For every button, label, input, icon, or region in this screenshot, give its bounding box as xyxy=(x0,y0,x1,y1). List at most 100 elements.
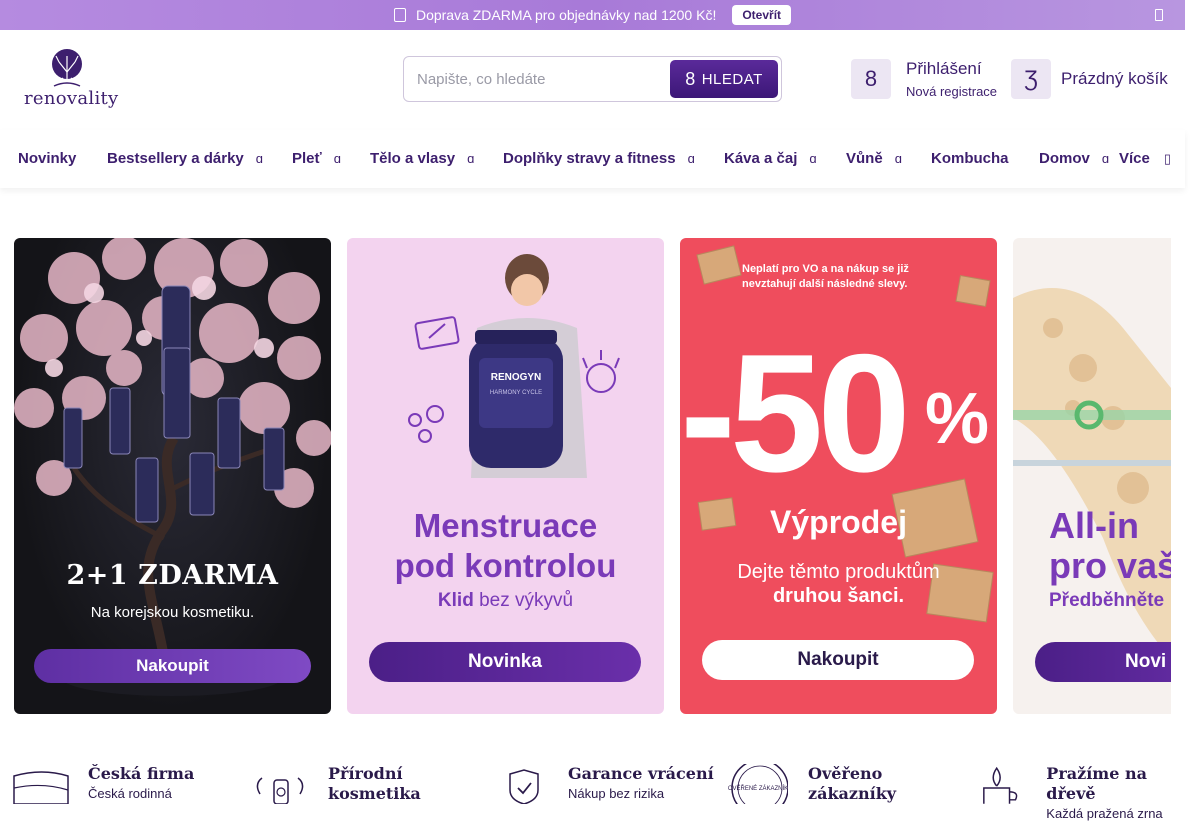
announcement-open-button[interactable]: Otevřít xyxy=(732,5,792,25)
usp-title-line2: kosmetika xyxy=(328,784,421,803)
banner-title-line1: Menstruace xyxy=(413,507,598,544)
banner-sale[interactable]: Neplatí pro VO a na nákup se již nevztah… xyxy=(680,238,997,714)
nav-item-doplnky[interactable]: Doplňky stravy a fitness ɑ xyxy=(503,150,695,167)
search-input[interactable] xyxy=(405,58,667,100)
usp-title-line1: Přírodní xyxy=(328,764,403,783)
usp-description: Česká rodinná xyxy=(88,786,172,801)
cart-icon: Ʒ xyxy=(1011,59,1051,99)
close-icon[interactable] xyxy=(1155,9,1163,21)
product-label: RENOGYN xyxy=(491,372,542,383)
cart-label[interactable]: Prázdný košík xyxy=(1061,69,1168,89)
login-link[interactable]: Přihlášení xyxy=(906,59,997,79)
nav-item-label: Káva a čaj xyxy=(724,150,798,167)
chevron-down-icon: ɑ xyxy=(894,151,902,166)
product-sublabel: HARMONY CYCLE xyxy=(490,390,542,396)
new-product-button[interactable]: Novi xyxy=(1035,642,1171,682)
tree-logo-icon xyxy=(52,49,82,87)
login-area[interactable]: 8 Přihlášení Nová registrace xyxy=(851,59,997,99)
usp-title: Česká firma xyxy=(88,764,195,783)
chevron-down-icon: ɑ xyxy=(687,151,695,166)
usp-money-back: Garance vrácení Nákup bez rizika xyxy=(490,764,714,804)
nav-item-plet[interactable]: Pleť ɑ xyxy=(292,150,341,167)
chevron-down-icon: ɑ xyxy=(467,151,475,166)
usp-description: Nákup bez rizika xyxy=(568,786,665,801)
blossom-tree-image xyxy=(14,238,331,696)
sale-title: Výprodej xyxy=(770,504,907,540)
banner-subtitle: Předběhněte xyxy=(1049,590,1165,611)
nav-item-label: Novinky xyxy=(18,150,77,167)
badge-text: OVĚŘENÉ ZÁKAZNÍKY xyxy=(728,784,788,792)
register-link[interactable]: Nová registrace xyxy=(906,84,997,99)
nav-item-kava-a-caj[interactable]: Káva a čaj ɑ xyxy=(724,150,817,167)
site-header: renovality 8 HLEDAT 8 Přihlášení Nová re… xyxy=(0,30,1185,130)
new-product-button[interactable]: Novinka xyxy=(369,642,641,682)
usp-title: Garance vrácení xyxy=(568,764,714,783)
sale-desc-line2: druhou šanci. xyxy=(772,585,905,607)
shop-now-button[interactable]: Nakoupit xyxy=(34,649,311,683)
usp-natural-cosmetics: Přírodní kosmetika xyxy=(250,764,421,804)
info-icon xyxy=(393,8,406,22)
search-button-label: HLEDAT xyxy=(701,70,763,88)
nav-item-bestsellery[interactable]: Bestsellery a dárky ɑ xyxy=(107,150,263,167)
announcement-text: Doprava ZDARMA pro objednávky nad 1200 K… xyxy=(415,7,717,23)
logo-text: renovality xyxy=(24,88,119,109)
banner-title: Menstruace pod kontrolou xyxy=(347,506,664,586)
main-nav: Novinky Bestsellery a dárky ɑ Pleť ɑ Tělo … xyxy=(0,130,1185,188)
chevron-down-icon: ɑ xyxy=(809,151,817,166)
nav-item-vune[interactable]: Vůně ɑ xyxy=(846,150,902,167)
search-button[interactable]: 8 HLEDAT xyxy=(670,60,778,98)
nav-item-telo-a-vlasy[interactable]: Tělo a vlasy ɑ xyxy=(370,150,474,167)
tagline-bold: Klid xyxy=(437,590,474,611)
usp-title-line1: Ověřeno xyxy=(808,764,883,783)
usp-verified: OVĚŘENÉ ZÁKAZNÍKY Ověřeno zákazníky xyxy=(728,764,896,804)
chevron-down-icon: ɑ xyxy=(333,151,341,166)
user-icon: 8 xyxy=(851,59,891,99)
nav-item-novinky[interactable]: Novinky xyxy=(18,150,76,167)
banner-menstruace[interactable]: RENOGYN HARMONY CYCLE Menstruace pod kon… xyxy=(347,238,664,714)
flag-icon xyxy=(13,771,69,804)
nav-item-domov[interactable]: Domov ɑ xyxy=(1039,150,1109,167)
shop-sale-button[interactable]: Nakoupit xyxy=(702,640,974,680)
usp-title-line2: zákazníky xyxy=(808,784,897,803)
usp-czech-company: Česká firma Česká rodinná xyxy=(12,764,194,804)
banner-title: All-in pro vaš xyxy=(1049,506,1171,586)
coffee-fire-icon xyxy=(983,766,1018,804)
nav-item-label: Domov xyxy=(1039,150,1090,167)
nav-item-label: Pleť xyxy=(292,150,322,167)
banner-korean-cosmetics[interactable]: 2+1 ZDARMA Na korejskou kosmetiku. Nakou… xyxy=(14,238,331,714)
usp-title: Pražíme na dřevě xyxy=(1046,764,1147,803)
nav-item-label: Více xyxy=(1119,150,1150,167)
shield-check-icon xyxy=(509,769,539,804)
sale-percent: % xyxy=(925,379,990,459)
verified-badge-icon: OVĚŘENÉ ZÁKAZNÍKY xyxy=(728,764,788,804)
usp-description: Každá pražená zrna xyxy=(1046,806,1163,821)
search-bar: 8 HLEDAT xyxy=(403,56,782,102)
nav-item-label: Doplňky stravy a fitness xyxy=(503,150,676,167)
announcement-bar: Doprava ZDARMA pro objednávky nad 1200 K… xyxy=(0,0,1185,30)
nav-item-label: Bestsellery a dárky xyxy=(107,150,244,167)
banner-title-line2: pro vaš xyxy=(1049,545,1171,586)
logo[interactable]: renovality xyxy=(24,48,119,110)
banner-headline: 2+1 ZDARMA xyxy=(66,560,279,591)
more-icon: ▯ xyxy=(1163,151,1172,166)
banner-all-in[interactable]: All-in pro vaš Předběhněte Novi xyxy=(1013,238,1171,714)
sale-note: Neplatí pro VO a na nákup se již nevztah… xyxy=(742,263,909,290)
usp-wood-roasting: Pražíme na dřevě Každá pražená zrna xyxy=(970,764,1200,821)
nav-item-label: Kombucha xyxy=(931,150,1009,167)
nav-item-vice[interactable]: Více ▯ xyxy=(1119,150,1171,167)
sale-desc-line1: Dejte těmto produktům xyxy=(737,561,940,583)
nav-item-label: Vůně xyxy=(846,150,883,167)
banner-title-line2: pod kontrolou xyxy=(394,547,617,584)
banner-tagline: Klid bez výkyvů xyxy=(347,590,664,612)
tagline-rest: bez výkyvů xyxy=(473,590,574,611)
chevron-down-icon: ɑ xyxy=(255,151,263,166)
chevron-down-icon: ɑ xyxy=(1101,151,1110,166)
search-icon: 8 xyxy=(685,68,696,89)
nav-item-kombucha[interactable]: Kombucha xyxy=(931,150,1009,167)
banner-title-line1: All-in xyxy=(1049,505,1139,546)
plant-bottle-icon xyxy=(256,777,304,804)
banner-subtitle: Na korejskou kosmetiku. xyxy=(90,604,255,621)
cart-area[interactable]: Ʒ Prázdný košík xyxy=(1011,59,1168,99)
nav-item-label: Tělo a vlasy xyxy=(370,150,456,167)
sale-description: Dejte těmto produktům druhou šanci. xyxy=(680,560,997,608)
